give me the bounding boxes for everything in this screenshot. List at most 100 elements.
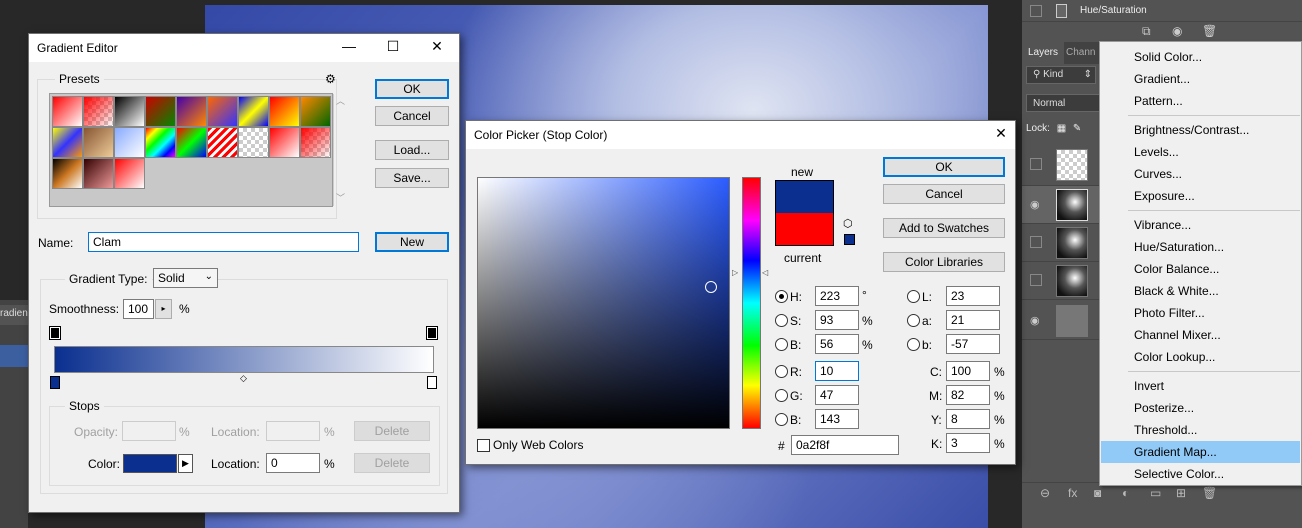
preset-swatch[interactable] — [83, 96, 114, 127]
hue-radio[interactable] — [775, 290, 788, 303]
adjustment-layer-row[interactable]: Hue/Saturation — [1022, 0, 1302, 22]
save-button[interactable]: Save... — [375, 168, 449, 188]
new-layer-icon[interactable]: ⊞ — [1176, 486, 1186, 500]
layer-row[interactable] — [1022, 146, 1102, 186]
ok-button[interactable]: OK — [883, 157, 1005, 177]
filter-kind-select[interactable]: ⚲ Kind ⇕ — [1026, 66, 1096, 84]
link-icon[interactable]: ⊖ — [1040, 486, 1050, 500]
preset-swatch[interactable] — [114, 96, 145, 127]
color-stop-right[interactable] — [427, 376, 437, 389]
only-web-colors-checkbox[interactable] — [477, 439, 490, 452]
delete-opacity-stop-button[interactable]: Delete — [354, 421, 430, 441]
menu-item[interactable]: Channel Mixer... — [1101, 324, 1300, 346]
preset-swatch[interactable] — [207, 127, 238, 158]
opacity-location-input[interactable] — [266, 421, 320, 441]
preset-swatch[interactable] — [269, 96, 300, 127]
layer-visibility-box[interactable] — [1030, 158, 1042, 170]
layer-row[interactable]: ◉ — [1022, 186, 1102, 224]
b-channel-radio[interactable] — [907, 338, 920, 351]
hue-slider-right-arrow-icon[interactable]: ◁ — [762, 268, 768, 277]
menu-item[interactable]: Threshold... — [1101, 419, 1300, 441]
menu-item[interactable]: Black & White... — [1101, 280, 1300, 302]
saturation-radio[interactable] — [775, 314, 788, 327]
close-icon[interactable]: ✕ — [427, 38, 447, 58]
cyan-input[interactable]: 100 — [946, 361, 990, 381]
menu-item[interactable]: Posterize... — [1101, 397, 1300, 419]
menu-item[interactable]: Selective Color... — [1101, 463, 1300, 485]
lightness-input[interactable]: 23 — [946, 286, 1000, 306]
color-stop-left[interactable] — [50, 376, 60, 389]
opacity-stop-left[interactable] — [49, 326, 61, 340]
hue-slider[interactable] — [742, 177, 761, 429]
preset-swatch[interactable] — [83, 158, 114, 189]
menu-item[interactable]: Exposure... — [1101, 185, 1300, 207]
blue-radio[interactable] — [775, 413, 788, 426]
smoothness-input[interactable]: 100 — [123, 299, 154, 319]
hex-input[interactable]: 0a2f8f — [791, 435, 899, 455]
saturation-input[interactable]: 93 — [815, 310, 859, 330]
selected-preset-row[interactable] — [0, 345, 28, 367]
red-input[interactable]: 10 — [815, 361, 859, 381]
preset-swatch[interactable] — [238, 127, 269, 158]
opacity-stop-right[interactable] — [426, 326, 438, 340]
preset-swatch[interactable] — [238, 96, 269, 127]
layer-row[interactable] — [1022, 262, 1102, 300]
cancel-button[interactable]: Cancel — [375, 106, 449, 126]
camera-icon[interactable]: ◉ — [1172, 24, 1182, 38]
lightness-radio[interactable] — [907, 290, 920, 303]
color-selector-ring[interactable] — [705, 281, 717, 293]
fx-icon[interactable]: fx — [1068, 486, 1077, 500]
stop-color-swatch[interactable] — [123, 454, 177, 473]
smoothness-arrow-button[interactable]: ▸ — [155, 299, 172, 319]
color-location-input[interactable]: 0 — [266, 453, 320, 473]
preset-swatch[interactable] — [145, 127, 176, 158]
menu-item[interactable]: Gradient Map... — [1101, 441, 1300, 463]
eye-icon[interactable]: ◉ — [1030, 198, 1044, 212]
websafe-color-swatch[interactable] — [844, 234, 855, 245]
menu-item[interactable]: Curves... — [1101, 163, 1300, 185]
mask-icon[interactable]: ◙ — [1094, 486, 1101, 500]
gradient-editor-titlebar[interactable]: Gradient Editor — ☐ ✕ — [29, 34, 459, 62]
maximize-icon[interactable]: ☐ — [383, 38, 403, 58]
gradient-preview-bar[interactable] — [54, 346, 434, 373]
scroll-up-icon[interactable]: ︿ — [334, 94, 347, 107]
adjustment-icon[interactable]: ◐ — [1122, 486, 1129, 500]
layer-checkbox[interactable] — [1030, 5, 1042, 17]
menu-item[interactable]: Pattern... — [1101, 90, 1300, 112]
menu-item[interactable]: Photo Filter... — [1101, 302, 1300, 324]
menu-item[interactable]: Hue/Saturation... — [1101, 236, 1300, 258]
trash-icon[interactable]: 🗑 — [1202, 24, 1217, 38]
green-input[interactable]: 47 — [815, 385, 859, 405]
brightness-radio[interactable] — [775, 338, 788, 351]
menu-item[interactable]: Gradient... — [1101, 68, 1300, 90]
preset-swatch[interactable] — [300, 127, 331, 158]
gear-icon[interactable]: ⚙ — [325, 72, 336, 86]
gradient-type-select[interactable]: Solid ⌄ — [153, 268, 218, 288]
folder-icon[interactable]: ▭ — [1150, 486, 1161, 500]
saturation-brightness-field[interactable] — [477, 177, 730, 429]
preset-swatch[interactable] — [176, 127, 207, 158]
opacity-input[interactable] — [122, 421, 176, 441]
color-menu-arrow-icon[interactable]: ▶ — [178, 454, 193, 473]
gradient-panel-tab[interactable]: radien — [0, 305, 28, 325]
color-libraries-button[interactable]: Color Libraries — [883, 252, 1005, 272]
name-input[interactable]: Clam — [88, 232, 359, 252]
preset-swatch[interactable] — [300, 96, 331, 127]
brightness-input[interactable]: 56 — [815, 334, 859, 354]
hue-input[interactable]: 223 — [815, 286, 859, 306]
close-icon[interactable]: ✕ — [991, 125, 1011, 145]
lock-brush-icon[interactable]: ✎ — [1073, 123, 1081, 134]
black-input[interactable]: 3 — [946, 433, 990, 453]
preset-swatch[interactable] — [52, 127, 83, 158]
preset-scrollbar[interactable]: ︿ ﹀ — [333, 94, 347, 206]
preset-swatch[interactable] — [52, 158, 83, 189]
cancel-button[interactable]: Cancel — [883, 184, 1005, 204]
green-radio[interactable] — [775, 389, 788, 402]
layer-visibility-box[interactable] — [1030, 236, 1042, 248]
current-color-swatch[interactable] — [775, 213, 834, 246]
lock-transparent-icon[interactable]: ▦ — [1057, 123, 1066, 134]
menu-item[interactable]: Invert — [1101, 375, 1300, 397]
hue-slider-left-arrow-icon[interactable]: ▷ — [732, 268, 738, 277]
blend-mode-select[interactable]: Normal — [1026, 94, 1100, 112]
load-button[interactable]: Load... — [375, 140, 449, 160]
